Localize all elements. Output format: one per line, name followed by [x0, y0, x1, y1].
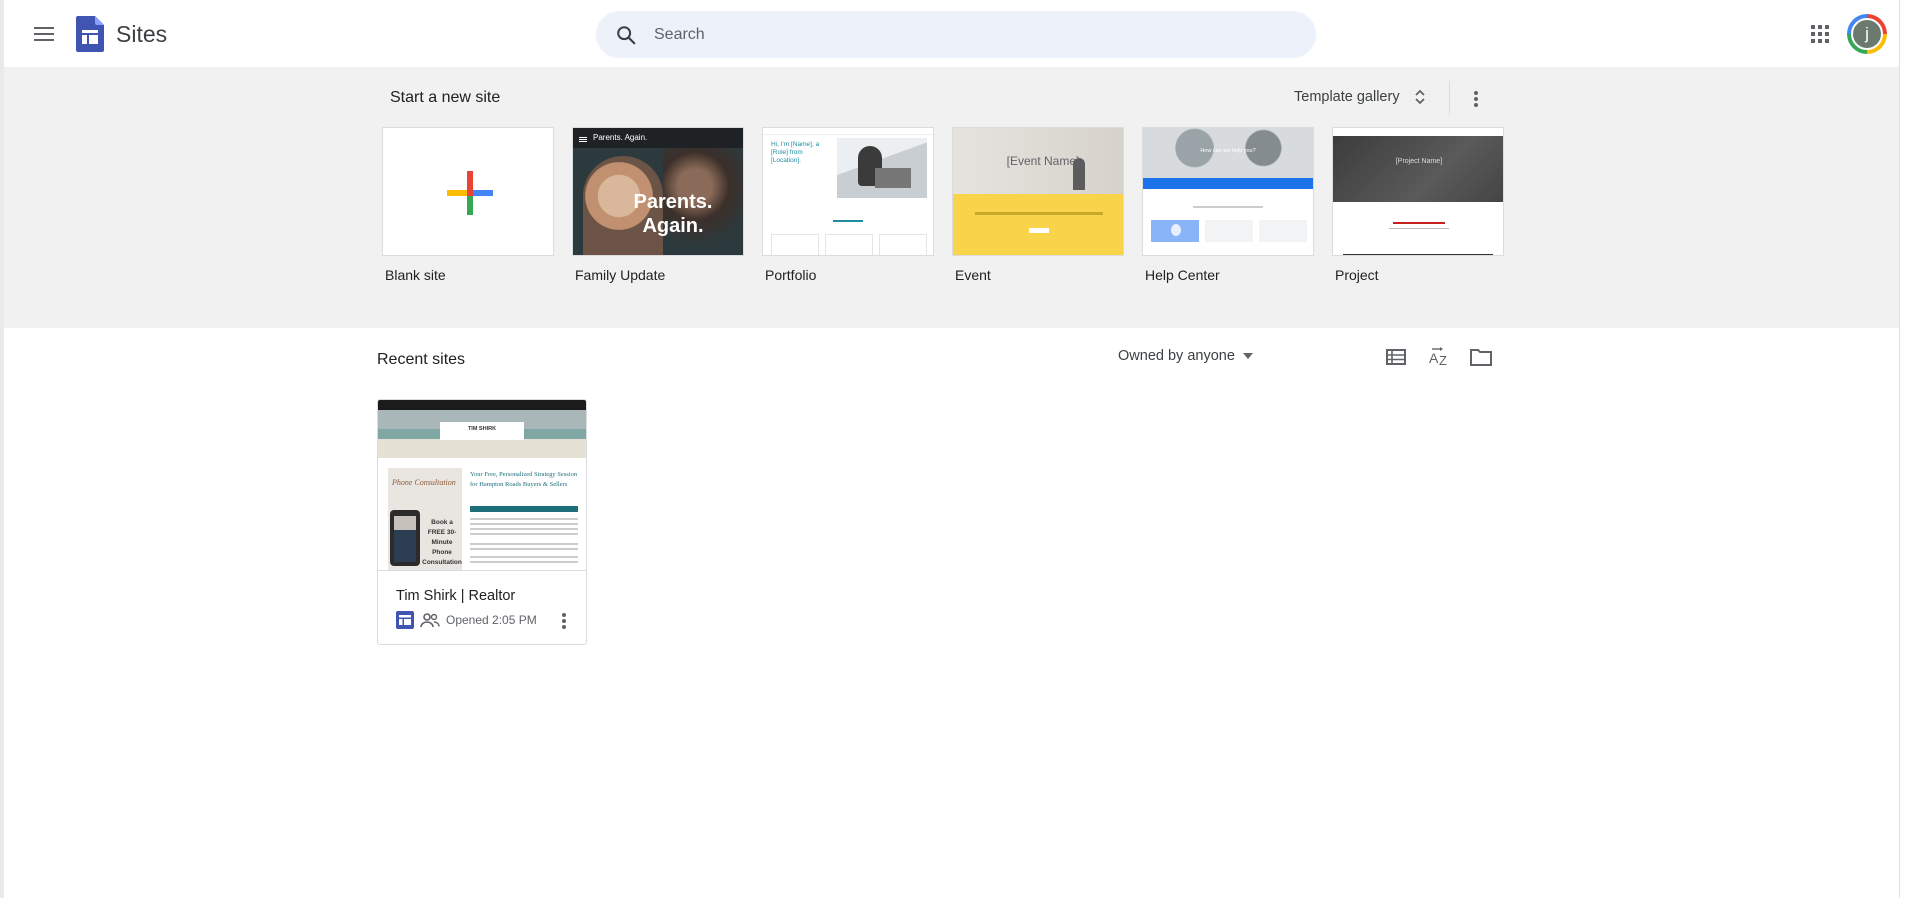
open-file-picker-button[interactable] — [1468, 344, 1494, 370]
sites-logo-icon[interactable] — [76, 16, 104, 52]
start-new-site-heading: Start a new site — [390, 89, 501, 106]
template-event[interactable]: [Event Name] Event — [952, 127, 1124, 283]
thumb-hero-text: Parents. Again. — [633, 191, 713, 237]
thumb-script-text: Phone Consultation — [392, 478, 456, 487]
sort-button[interactable]: AZ — [1426, 344, 1452, 370]
sites-file-icon — [396, 611, 414, 629]
thumb-hero-text: [Event Name] — [1006, 154, 1080, 168]
template-strip: Start a new site Template gallery Blank … — [4, 67, 1900, 328]
template-label: Help Center — [1145, 267, 1220, 283]
list-view-icon — [1386, 349, 1406, 365]
top-bar: Sites j — [4, 0, 1900, 67]
template-more-button[interactable] — [1464, 87, 1488, 111]
main-menu-button[interactable] — [24, 18, 64, 50]
template-thumbnail[interactable]: [Project Name] — [1332, 127, 1504, 256]
template-thumbnail[interactable]: Parents. Again. Parents. Again. — [572, 127, 744, 256]
apps-grid-icon — [1811, 25, 1829, 43]
folder-icon — [1470, 349, 1492, 366]
svg-text:A: A — [1429, 350, 1439, 366]
template-project[interactable]: [Project Name] Project — [1332, 127, 1504, 283]
opened-time: Opened 2:05 PM — [446, 613, 537, 627]
site-title: Tim Shirk | Realtor — [396, 588, 516, 604]
sort-az-icon: AZ — [1429, 347, 1447, 367]
dropdown-arrow-icon — [1242, 353, 1253, 359]
template-thumbnail[interactable]: How can we help you? — [1142, 127, 1314, 256]
avatar-initial: j — [1851, 18, 1883, 50]
owner-filter-dropdown[interactable]: Owned by anyone — [1118, 348, 1253, 364]
template-thumbnail[interactable]: Hi, I'm [Name], a [Role] from [Location]… — [762, 127, 934, 256]
site-thumbnail[interactable]: TIM SHIRK Phone Consultation Book a FREE… — [378, 400, 586, 571]
more-vert-icon — [1474, 91, 1478, 107]
scrollbar-track[interactable] — [1899, 0, 1920, 898]
thumb-hero-text: [Project Name] — [1395, 158, 1443, 165]
template-label: Portfolio — [765, 267, 817, 283]
owner-filter-label: Owned by anyone — [1118, 348, 1235, 364]
thumb-header-text: Parents. Again. — [593, 133, 648, 142]
thumb-site-name: TIM SHIRK — [467, 426, 497, 432]
template-label: Blank site — [385, 267, 446, 283]
template-gallery-button[interactable]: Template gallery — [1294, 88, 1426, 106]
template-help-center[interactable]: How can we help you? Help Center — [1142, 127, 1314, 283]
search-icon[interactable] — [614, 23, 638, 47]
account-avatar[interactable]: j — [1847, 14, 1887, 54]
plus-icon — [447, 171, 493, 215]
thumb-hero-text: How can we help you? — [1200, 148, 1256, 154]
recent-sites-heading: Recent sites — [377, 351, 466, 368]
site-more-button[interactable] — [554, 611, 574, 631]
shared-people-icon — [420, 613, 440, 628]
template-gallery-label: Template gallery — [1294, 89, 1400, 105]
divider — [1449, 81, 1450, 115]
recent-site-card[interactable]: TIM SHIRK Phone Consultation Book a FREE… — [377, 399, 587, 645]
template-label: Event — [955, 267, 991, 283]
template-thumbnail[interactable]: [Event Name] — [952, 127, 1124, 256]
template-thumbnail[interactable] — [382, 127, 554, 256]
list-view-button[interactable] — [1383, 344, 1409, 370]
thumb-headline: Your Free, Personalized Strategy Session… — [470, 471, 578, 488]
hamburger-icon — [34, 27, 54, 41]
unfold-icon — [1414, 89, 1425, 105]
template-family-update[interactable]: Parents. Again. Parents. Again. Family U… — [572, 127, 744, 283]
template-label: Project — [1335, 267, 1379, 283]
thumb-promo-text: Book a FREE 30-Minute Phone Consultation — [422, 519, 462, 566]
thumb-hero-text: Hi, I'm [Name], a [Role] from [Location]… — [771, 141, 820, 164]
template-blank-site[interactable]: Blank site — [382, 127, 554, 283]
site-meta: Opened 2:05 PM — [396, 611, 537, 629]
more-vert-icon — [562, 613, 566, 629]
template-label: Family Update — [575, 267, 666, 283]
svg-text:Z: Z — [1439, 353, 1447, 367]
app-title: Sites — [116, 21, 168, 47]
google-apps-button[interactable] — [1806, 20, 1834, 48]
search-input[interactable] — [652, 24, 1256, 45]
template-portfolio[interactable]: Hi, I'm [Name], a [Role] from [Location]… — [762, 127, 934, 283]
search-bar[interactable] — [596, 11, 1316, 58]
